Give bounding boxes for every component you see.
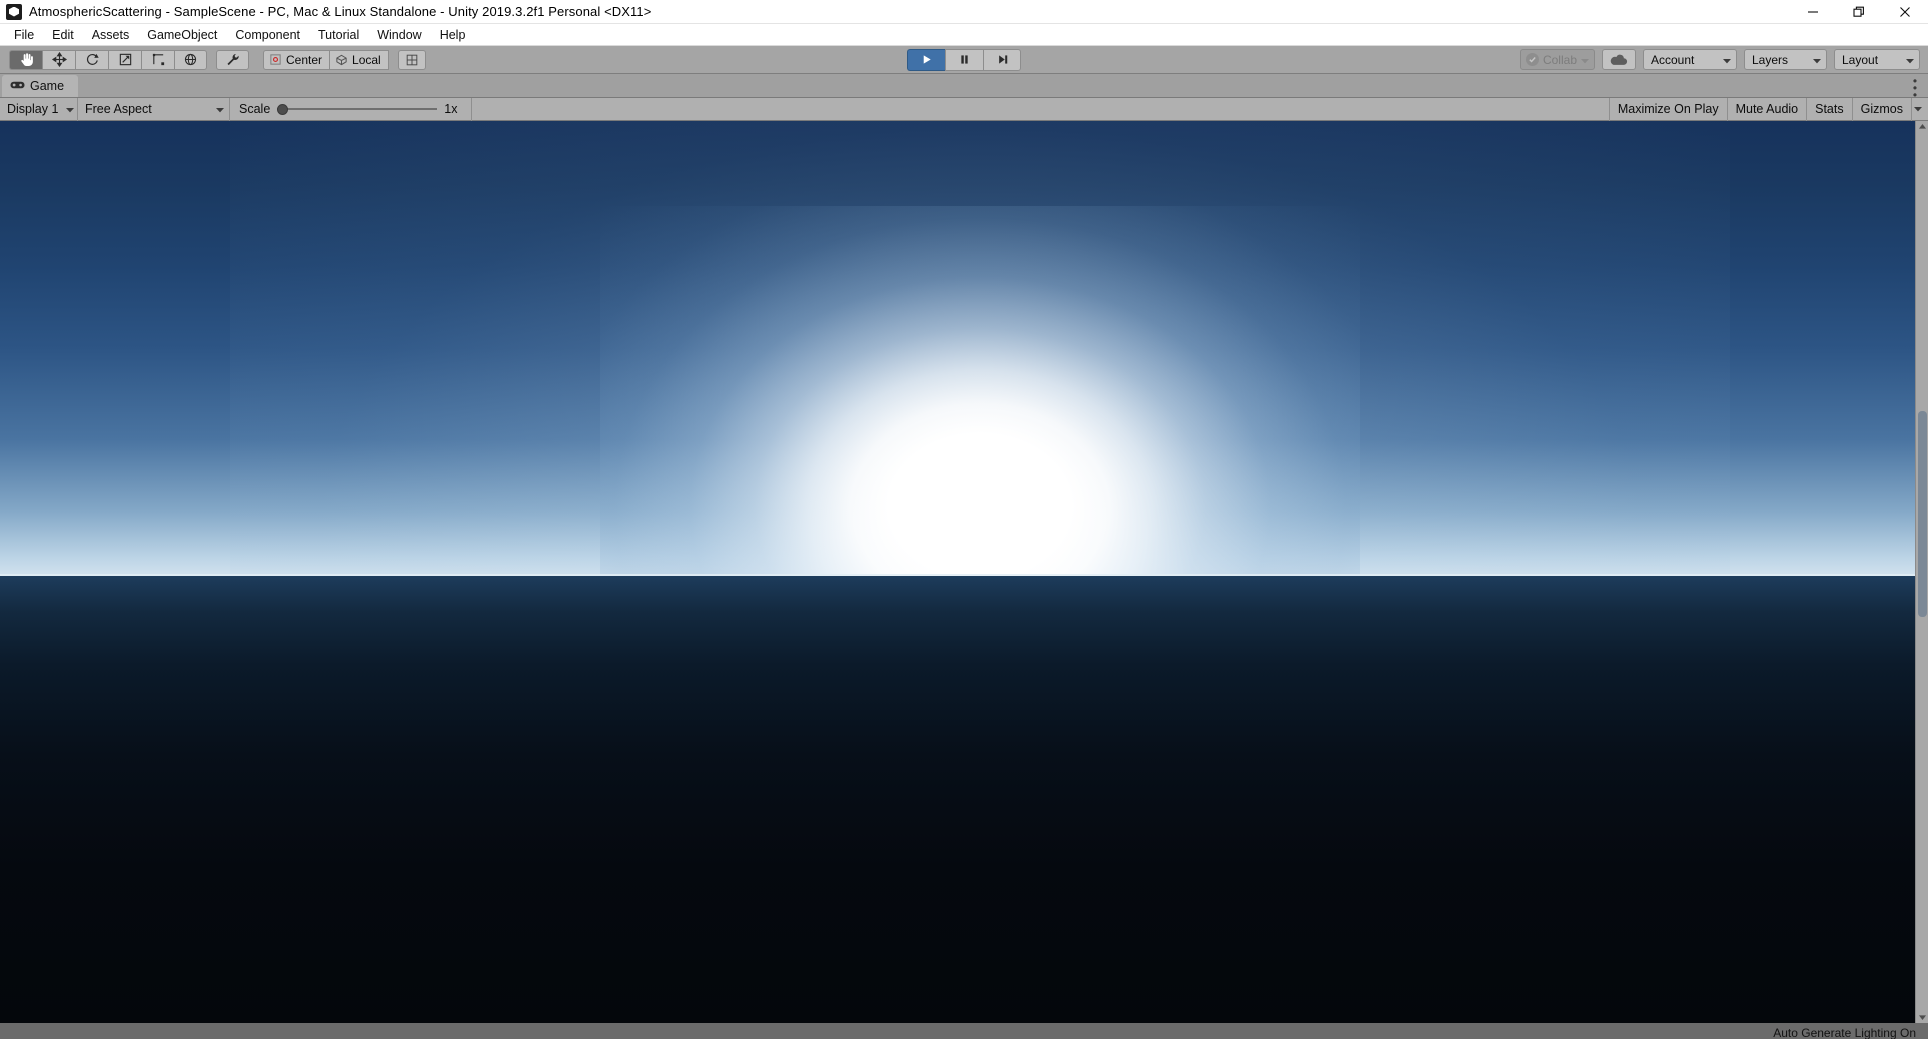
- chevron-down-icon: [1813, 53, 1821, 67]
- display-dropdown[interactable]: Display 1: [0, 97, 78, 121]
- panel-tab-row: Game • • •: [0, 74, 1928, 101]
- menu-item-tutorial[interactable]: Tutorial: [309, 24, 368, 46]
- menu-item-window[interactable]: Window: [368, 24, 430, 46]
- scale-slider-track: [277, 108, 438, 110]
- tab-game-label: Game: [30, 79, 65, 93]
- layout-label: Layout: [1842, 52, 1879, 67]
- menu-item-gameobject[interactable]: GameObject: [138, 24, 226, 46]
- toolbar-right-group: Collab Account Layers Layout: [1519, 49, 1920, 70]
- pivot-mode-label: Center: [286, 52, 323, 67]
- layers-label: Layers: [1752, 52, 1789, 67]
- pivot-center-icon: [268, 52, 283, 67]
- chevron-down-icon: [1723, 53, 1731, 67]
- menu-item-file[interactable]: File: [5, 24, 43, 46]
- main-toolbar: Center Local Collab Account Layers Layou…: [0, 46, 1928, 74]
- chevron-down-icon: [66, 102, 75, 116]
- account-label: Account: [1651, 52, 1695, 67]
- gizmos-toggle[interactable]: Gizmos: [1851, 97, 1911, 121]
- game-view-toolbar: Display 1 Free Aspect Scale 1x Maximize …: [0, 97, 1928, 121]
- scrollbar-thumb[interactable]: [1918, 411, 1927, 617]
- scale-control: Scale 1x: [230, 97, 473, 121]
- restore-icon[interactable]: [1836, 0, 1882, 24]
- scale-value: 1x: [444, 102, 458, 116]
- scroll-down-arrow-icon[interactable]: [1916, 1012, 1928, 1023]
- sky-gradient: [0, 121, 1928, 576]
- chevron-down-icon: [216, 102, 224, 116]
- rect-transform-icon[interactable]: [141, 49, 174, 70]
- layers-dropdown[interactable]: Layers: [1744, 49, 1827, 70]
- collab-check-icon: [1525, 53, 1539, 66]
- step-icon[interactable]: [983, 48, 1021, 71]
- chevron-down-icon: [1906, 53, 1914, 67]
- unity-icon: [6, 3, 22, 20]
- menu-item-component[interactable]: Component: [226, 24, 309, 46]
- kebab-menu-icon[interactable]: • • •: [1911, 75, 1919, 101]
- chevron-down-icon: [1581, 53, 1589, 67]
- title-bar: AtmosphericScattering - SampleScene - PC…: [0, 0, 1928, 24]
- grid-snap-icon[interactable]: [397, 49, 426, 70]
- window-controls: [1790, 0, 1928, 24]
- transform-tool-group: [9, 49, 207, 70]
- hand-icon[interactable]: [9, 49, 42, 70]
- cloud-icon[interactable]: [1602, 49, 1636, 70]
- collab-button[interactable]: Collab: [1519, 49, 1595, 70]
- scale-icon[interactable]: [108, 49, 141, 70]
- tab-game[interactable]: Game: [2, 75, 79, 97]
- pivot-mode-button[interactable]: Center: [263, 49, 330, 70]
- local-rotation-icon: [334, 52, 349, 67]
- close-icon[interactable]: [1882, 0, 1928, 24]
- scale-slider[interactable]: [277, 103, 438, 116]
- move-icon[interactable]: [42, 49, 75, 70]
- custom-tool-group: [216, 49, 249, 70]
- menu-item-edit[interactable]: Edit: [43, 24, 83, 46]
- gamepad-icon: [10, 79, 25, 93]
- pivot-rotation-label: Local: [352, 52, 381, 67]
- account-dropdown[interactable]: Account: [1643, 49, 1737, 70]
- window-title: AtmosphericScattering - SampleScene - PC…: [29, 4, 652, 19]
- maximize-on-play-toggle[interactable]: Maximize On Play: [1608, 97, 1727, 121]
- rotate-icon[interactable]: [75, 49, 108, 70]
- pivot-controls: Center Local: [263, 49, 389, 70]
- ground-plane: [0, 576, 1928, 1023]
- menu-item-assets[interactable]: Assets: [83, 24, 139, 46]
- wrench-icon[interactable]: [216, 49, 249, 70]
- aspect-dropdown[interactable]: Free Aspect: [78, 97, 230, 121]
- scale-slider-knob[interactable]: [277, 103, 289, 115]
- playback-controls: [907, 48, 1021, 71]
- collab-label: Collab: [1542, 52, 1577, 67]
- display-label: Display 1: [7, 102, 59, 116]
- status-message: Auto Generate Lighting On: [1773, 1025, 1916, 1039]
- game-view-toolbar-right: Maximize On Play Mute Audio Stats Gizmos: [1608, 97, 1928, 121]
- play-icon[interactable]: [907, 48, 945, 71]
- menu-item-help[interactable]: Help: [431, 24, 475, 46]
- scale-label: Scale: [239, 102, 271, 116]
- minimize-icon[interactable]: [1790, 0, 1836, 24]
- transform-icon[interactable]: [174, 49, 207, 70]
- pivot-rotation-button[interactable]: Local: [329, 49, 389, 70]
- pause-icon[interactable]: [945, 48, 983, 71]
- horizon-line: [0, 574, 1928, 576]
- aspect-label: Free Aspect: [85, 102, 152, 116]
- stats-toggle[interactable]: Stats: [1806, 97, 1852, 121]
- gizmos-chevron-down-icon[interactable]: [1911, 97, 1928, 121]
- scroll-up-arrow-icon[interactable]: [1916, 121, 1928, 132]
- viewport-scrollbar[interactable]: [1915, 121, 1928, 1023]
- status-bar: Auto Generate Lighting On: [0, 1023, 1928, 1039]
- menu-bar: File Edit Assets GameObject Component Tu…: [0, 24, 1928, 46]
- layout-dropdown[interactable]: Layout: [1834, 49, 1920, 70]
- mute-audio-toggle[interactable]: Mute Audio: [1726, 97, 1807, 121]
- game-viewport[interactable]: [0, 121, 1928, 1023]
